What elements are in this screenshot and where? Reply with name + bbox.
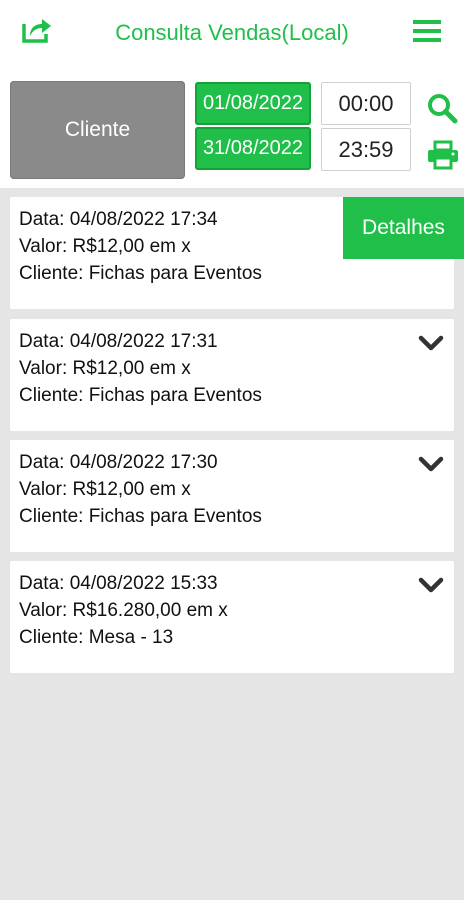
chevron-down-icon[interactable] <box>418 577 444 595</box>
hamburger-menu-icon[interactable] <box>412 18 442 44</box>
sale-card[interactable]: Data: 04/08/2022 17:30 Valor: R$12,00 em … <box>10 440 454 552</box>
end-time-field[interactable]: 23:59 <box>321 128 411 171</box>
sale-cliente-text: Cliente: Fichas para Eventos <box>19 385 262 406</box>
cliente-button[interactable]: Cliente <box>10 81 185 179</box>
start-time-field[interactable]: 00:00 <box>321 82 411 125</box>
sale-cliente-text: Cliente: Mesa - 13 <box>19 627 174 648</box>
sale-data-text: Data: 04/08/2022 15:33 <box>19 573 218 594</box>
sale-card[interactable]: Data: 04/08/2022 15:33 Valor: R$16.280,00… <box>10 561 454 673</box>
header-bar: Consulta Vendas(Local) Cliente 01/08/202… <box>0 0 464 188</box>
chevron-down-icon[interactable] <box>418 456 444 474</box>
sale-card[interactable]: Data: 04/08/2022 17:31 Valor: R$12,00 em … <box>10 319 454 431</box>
details-button[interactable]: Detalhes <box>343 197 464 259</box>
print-icon[interactable] <box>426 140 460 170</box>
sale-cliente-text: Cliente: Fichas para Eventos <box>19 263 262 284</box>
sale-data-text: Data: 04/08/2022 17:31 <box>19 331 218 352</box>
end-date-button[interactable]: 31/08/2022 <box>195 127 311 170</box>
chevron-down-icon[interactable] <box>418 335 444 353</box>
page-title: Consulta Vendas(Local) <box>115 20 349 45</box>
search-icon[interactable] <box>426 92 458 124</box>
sale-valor-text: Valor: R$12,00 em x <box>19 236 191 257</box>
sale-data-text: Data: 04/08/2022 17:34 <box>19 209 218 230</box>
start-date-button[interactable]: 01/08/2022 <box>195 82 311 125</box>
sale-cliente-text: Cliente: Fichas para Eventos <box>19 506 262 527</box>
sale-valor-text: Valor: R$16.280,00 em x <box>19 600 228 621</box>
sale-valor-text: Valor: R$12,00 em x <box>19 358 191 379</box>
sale-data-text: Data: 04/08/2022 17:30 <box>19 452 218 473</box>
sale-valor-text: Valor: R$12,00 em x <box>19 479 191 500</box>
